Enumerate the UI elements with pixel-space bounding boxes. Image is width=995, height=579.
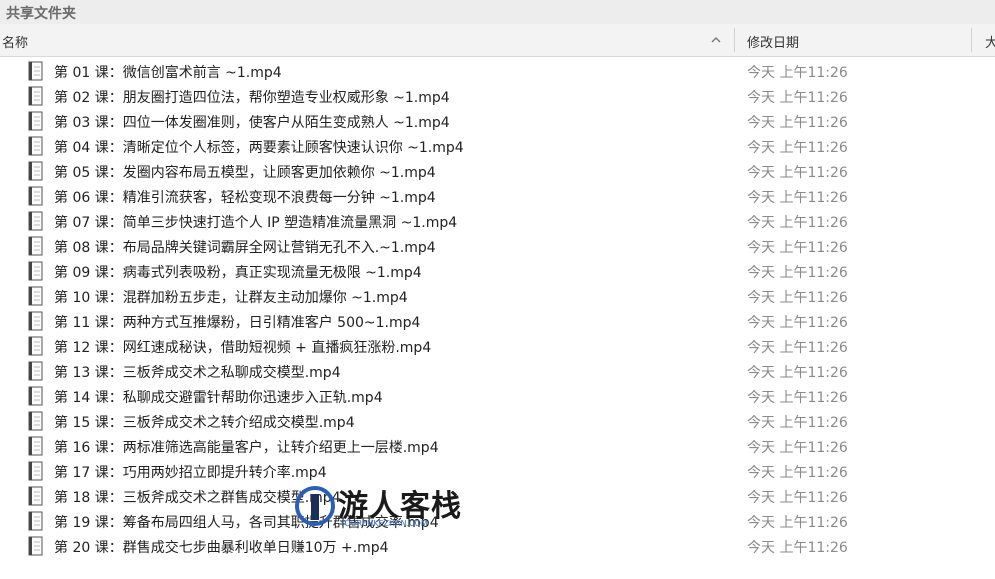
file-name: 第 02 课：朋友圈打造四位法，帮你塑造专业权威形象 ~1.mp4 bbox=[54, 90, 450, 106]
video-file-icon bbox=[27, 86, 45, 106]
file-name: 第 09 课：病毒式列表吸粉，真正实现流量无极限 ~1.mp4 bbox=[54, 265, 422, 281]
file-row[interactable]: 第 16 课：两标准筛选高能量客户，让转介绍更上一层楼.mp4 今天 上午11:2… bbox=[0, 433, 995, 458]
file-name: 第 05 课：发圈内容布局五模型，让顾客更加依赖你 ~1.mp4 bbox=[54, 165, 436, 181]
video-file-icon bbox=[27, 236, 45, 256]
video-file-icon bbox=[27, 261, 45, 281]
video-file-icon bbox=[27, 536, 45, 556]
video-file-icon bbox=[27, 461, 45, 481]
file-name: 第 16 课：两标准筛选高能量客户，让转介绍更上一层楼.mp4 bbox=[54, 440, 439, 456]
video-file-icon bbox=[27, 311, 45, 331]
video-file-icon bbox=[27, 411, 45, 431]
video-file-icon bbox=[27, 436, 45, 456]
file-name: 第 04 课：清晰定位个人标签，两要素让顾客快速认识你 ~1.mp4 bbox=[54, 140, 464, 156]
file-name: 第 18 课：三板斧成交术之群售成交模型.mp4 bbox=[54, 490, 341, 506]
file-date-modified: 今天 上午11:26 bbox=[747, 315, 848, 331]
video-file-icon bbox=[27, 361, 45, 381]
column-header-date-modified[interactable]: 修改日期 bbox=[747, 32, 799, 51]
video-file-icon bbox=[27, 286, 45, 306]
chevron-up-icon[interactable] bbox=[709, 33, 723, 47]
video-file-icon bbox=[27, 211, 45, 231]
file-name: 第 11 课：两种方式互推爆粉，日引精准客户 500~1.mp4 bbox=[54, 315, 421, 331]
file-name: 第 03 课：四位一体发圈准则，使客户从陌生变成熟人 ~1.mp4 bbox=[54, 115, 450, 131]
video-file-icon bbox=[27, 186, 45, 206]
column-header-name[interactable]: 名称 bbox=[2, 32, 28, 51]
file-name: 第 19 课：筹备布局四组人马，各司其职提升群售成交率.mp4 bbox=[54, 515, 439, 531]
video-file-icon bbox=[27, 511, 45, 531]
file-date-modified: 今天 上午11:26 bbox=[747, 490, 848, 506]
file-date-modified: 今天 上午11:26 bbox=[747, 215, 848, 231]
file-date-modified: 今天 上午11:26 bbox=[747, 165, 848, 181]
file-date-modified: 今天 上午11:26 bbox=[747, 190, 848, 206]
column-divider[interactable] bbox=[734, 28, 735, 52]
video-file-icon bbox=[27, 486, 45, 506]
file-date-modified: 今天 上午11:26 bbox=[747, 365, 848, 381]
column-header: 名称 修改日期 大 bbox=[0, 24, 995, 57]
file-date-modified: 今天 上午11:26 bbox=[747, 90, 848, 106]
file-row[interactable]: 第 11 课：两种方式互推爆粉，日引精准客户 500~1.mp4 今天 上午11:… bbox=[0, 308, 995, 333]
file-date-modified: 今天 上午11:26 bbox=[747, 240, 848, 256]
file-name: 第 14 课：私聊成交避雷针帮助你迅速步入正轨.mp4 bbox=[54, 390, 383, 406]
file-row[interactable]: 第 19 课：筹备布局四组人马，各司其职提升群售成交率.mp4 今天 上午11:2… bbox=[0, 508, 995, 533]
window-titlebar: 共享文件夹 bbox=[0, 0, 995, 24]
file-name: 第 10 课：混群加粉五步走，让群友主动加爆你 ~1.mp4 bbox=[54, 290, 408, 306]
file-date-modified: 今天 上午11:26 bbox=[747, 265, 848, 281]
file-row[interactable]: 第 14 课：私聊成交避雷针帮助你迅速步入正轨.mp4 今天 上午11:26 bbox=[0, 383, 995, 408]
file-row[interactable]: 第 02 课：朋友圈打造四位法，帮你塑造专业权威形象 ~1.mp4 今天 上午11… bbox=[0, 83, 995, 108]
video-file-icon bbox=[27, 61, 45, 81]
file-name: 第 12 课：网红速成秘诀，借助短视频 + 直播疯狂涨粉.mp4 bbox=[54, 340, 432, 356]
file-row[interactable]: 第 09 课：病毒式列表吸粉，真正实现流量无极限 ~1.mp4 今天 上午11:2… bbox=[0, 258, 995, 283]
file-row[interactable]: 第 18 课：三板斧成交术之群售成交模型.mp4 今天 上午11:26 bbox=[0, 483, 995, 508]
file-date-modified: 今天 上午11:26 bbox=[747, 415, 848, 431]
video-file-icon bbox=[27, 111, 45, 131]
video-file-icon bbox=[27, 136, 45, 156]
file-name: 第 07 课：简单三步快速打造个人 IP 塑造精准流量黑洞 ~1.mp4 bbox=[54, 215, 458, 231]
file-date-modified: 今天 上午11:26 bbox=[747, 340, 848, 356]
file-row[interactable]: 第 13 课：三板斧成交术之私聊成交模型.mp4 今天 上午11:26 bbox=[0, 358, 995, 383]
file-row[interactable]: 第 06 课：精准引流获客，轻松变现不浪费每一分钟 ~1.mp4 今天 上午11:… bbox=[0, 183, 995, 208]
file-row[interactable]: 第 01 课：微信创富术前言 ~1.mp4 今天 上午11:26 bbox=[0, 58, 995, 83]
file-name: 第 08 课：布局品牌关键词霸屏全网让营销无孔不入.~1.mp4 bbox=[54, 240, 436, 256]
video-file-icon bbox=[27, 336, 45, 356]
file-date-modified: 今天 上午11:26 bbox=[747, 290, 848, 306]
file-row[interactable]: 第 05 课：发圈内容布局五模型，让顾客更加依赖你 ~1.mp4 今天 上午11:… bbox=[0, 158, 995, 183]
file-date-modified: 今天 上午11:26 bbox=[747, 515, 848, 531]
file-date-modified: 今天 上午11:26 bbox=[747, 140, 848, 156]
file-row[interactable]: 第 15 课：三板斧成交术之转介绍成交模型.mp4 今天 上午11:26 bbox=[0, 408, 995, 433]
file-date-modified: 今天 上午11:26 bbox=[747, 65, 848, 81]
file-row[interactable]: 第 10 课：混群加粉五步走，让群友主动加爆你 ~1.mp4 今天 上午11:26 bbox=[0, 283, 995, 308]
file-name: 第 06 课：精准引流获客，轻松变现不浪费每一分钟 ~1.mp4 bbox=[54, 190, 436, 206]
file-row[interactable]: 第 17 课：巧用两妙招立即提升转介率.mp4 今天 上午11:26 bbox=[0, 458, 995, 483]
file-date-modified: 今天 上午11:26 bbox=[747, 465, 848, 481]
file-date-modified: 今天 上午11:26 bbox=[747, 115, 848, 131]
file-name: 第 01 课：微信创富术前言 ~1.mp4 bbox=[54, 65, 282, 81]
file-row[interactable]: 第 03 课：四位一体发圈准则，使客户从陌生变成熟人 ~1.mp4 今天 上午11… bbox=[0, 108, 995, 133]
file-name: 第 15 课：三板斧成交术之转介绍成交模型.mp4 bbox=[54, 415, 355, 431]
file-date-modified: 今天 上午11:26 bbox=[747, 440, 848, 456]
video-file-icon bbox=[27, 161, 45, 181]
column-divider[interactable] bbox=[971, 28, 972, 52]
file-name: 第 20 课：群售成交七步曲暴利收单日赚10万 +.mp4 bbox=[54, 540, 389, 556]
file-name: 第 17 课：巧用两妙招立即提升转介率.mp4 bbox=[54, 465, 327, 481]
file-date-modified: 今天 上午11:26 bbox=[747, 390, 848, 406]
video-file-icon bbox=[27, 386, 45, 406]
file-row[interactable]: 第 12 课：网红速成秘诀，借助短视频 + 直播疯狂涨粉.mp4 今天 上午11:… bbox=[0, 333, 995, 358]
window-title: 共享文件夹 bbox=[6, 6, 76, 22]
file-row[interactable]: 第 07 课：简单三步快速打造个人 IP 塑造精准流量黑洞 ~1.mp4 今天 上… bbox=[0, 208, 995, 233]
file-row[interactable]: 第 08 课：布局品牌关键词霸屏全网让营销无孔不入.~1.mp4 今天 上午11:… bbox=[0, 233, 995, 258]
file-name: 第 13 课：三板斧成交术之私聊成交模型.mp4 bbox=[54, 365, 341, 381]
file-row[interactable]: 第 20 课：群售成交七步曲暴利收单日赚10万 +.mp4 今天 上午11:26 bbox=[0, 533, 995, 558]
column-header-size[interactable]: 大 bbox=[985, 32, 995, 51]
file-date-modified: 今天 上午11:26 bbox=[747, 540, 848, 556]
file-list: 第 01 课：微信创富术前言 ~1.mp4 今天 上午11:26 第 02 课：朋友… bbox=[0, 58, 995, 558]
file-row[interactable]: 第 04 课：清晰定位个人标签，两要素让顾客快速认识你 ~1.mp4 今天 上午1… bbox=[0, 133, 995, 158]
